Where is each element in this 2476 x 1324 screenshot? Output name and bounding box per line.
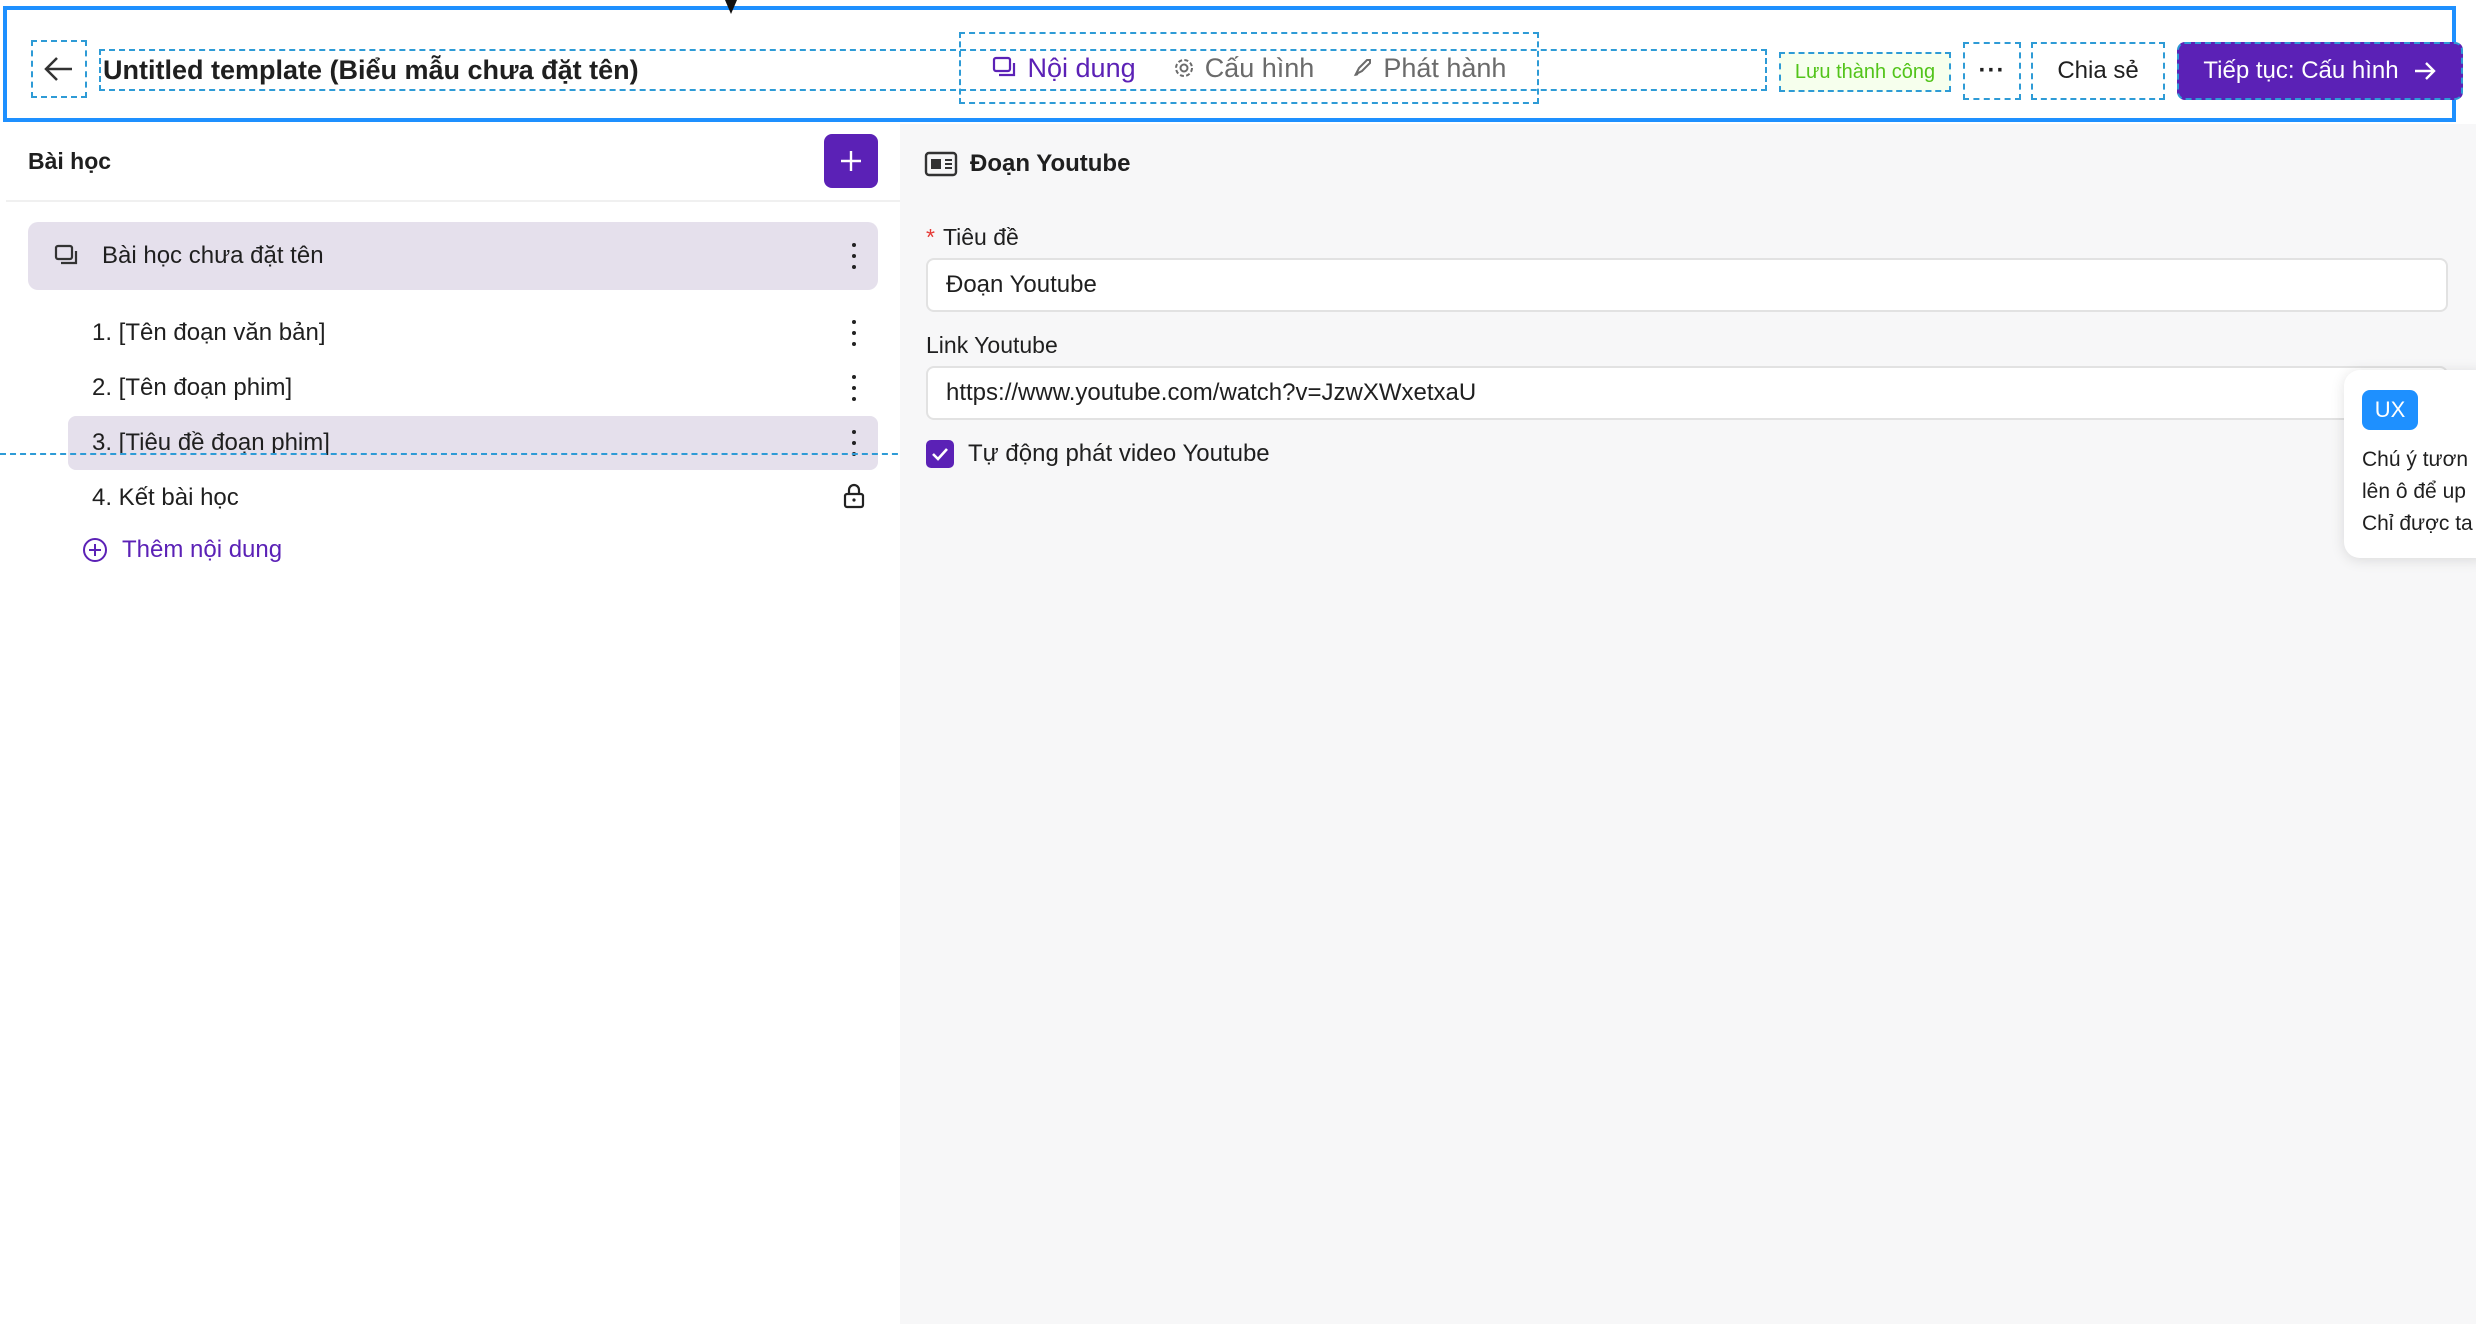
ux-badge: UX (2362, 390, 2418, 430)
list-item[interactable]: 4. Kết bài học (68, 471, 878, 525)
content-icon (992, 56, 1015, 77)
link-field-label: Link Youtube (926, 332, 1058, 358)
section-header: Đoạn Youtube (924, 150, 1130, 178)
save-status-badge: Lưu thành công (1779, 52, 1951, 92)
rocket-icon (1354, 59, 1372, 77)
lesson-item[interactable]: Bài học chưa đặt tên (28, 222, 878, 290)
tab-config[interactable]: Cấu hình (1173, 52, 1315, 84)
section-title: Đoạn Youtube (970, 150, 1131, 177)
list-item-label: 1. [Tên đoạn văn bản] (92, 319, 326, 346)
autoplay-checkbox[interactable] (926, 440, 954, 468)
add-lesson-button[interactable] (824, 134, 878, 188)
top-toolbar: Untitled template (Biểu mẫu chưa đặt tên… (3, 6, 2463, 122)
lesson-sidebar: Bài học Bài học chưa đặt tên 1. [Tên đoạ… (6, 124, 900, 1324)
list-item-selected[interactable]: 3. [Tiêu đề đoạn phim] (68, 416, 878, 470)
tab-content-label: Nội dung (1027, 52, 1136, 83)
list-item-label: 2. [Tên đoạn phim] (92, 374, 293, 401)
ux-hint-popup[interactable]: UX Chú ý tươn lên ô để up Chỉ được ta (2344, 370, 2476, 558)
arrow-left-icon (44, 57, 72, 81)
ux-hint-line: Chỉ được ta (2362, 512, 2473, 535)
item-menu-icon[interactable] (850, 375, 858, 401)
youtube-block-icon (924, 151, 958, 177)
drag-guide-line (0, 453, 938, 455)
more-button[interactable]: ··· (1963, 42, 2021, 100)
lesson-icon (54, 244, 78, 265)
item-menu-icon[interactable] (850, 320, 858, 346)
ux-hint-line: Chú ý tươn (2362, 448, 2469, 471)
list-item[interactable]: 2. [Tên đoạn phim] (68, 361, 878, 415)
gear-icon (1174, 59, 1193, 77)
ux-hint-text: Chú ý tươn lên ô để up Chỉ được ta (2362, 444, 2473, 540)
tab-publish[interactable]: Phát hành (1351, 53, 1506, 84)
lesson-menu-icon[interactable] (850, 243, 858, 269)
plus-icon (841, 151, 861, 171)
tab-content[interactable]: Nội dung (992, 53, 1136, 84)
list-item-label: 4. Kết bài học (92, 484, 239, 511)
required-marker: * (926, 224, 935, 250)
add-content-label: Thêm nội dung (122, 536, 283, 563)
tab-publish-label: Phát hành (1383, 52, 1507, 83)
mouse-cursor-icon (725, 0, 737, 14)
list-item[interactable]: 1. [Tên đoạn văn bản] (68, 306, 878, 360)
tab-config-label: Cấu hình (1204, 52, 1315, 83)
editor-panel: Đoạn Youtube * Tiêu đề Đoạn Youtube Link … (900, 124, 2476, 1324)
arrow-right-icon (2414, 62, 2436, 80)
autoplay-checkbox-row[interactable]: Tự động phát video Youtube (926, 440, 1270, 468)
lock-icon (843, 483, 865, 509)
title-input[interactable]: Đoạn Youtube (926, 258, 2448, 312)
ux-hint-line: lên ô để up (2362, 480, 2466, 503)
plus-circle-icon (83, 538, 107, 562)
share-button[interactable]: Chia sẻ (2031, 42, 2165, 100)
check-icon (932, 448, 948, 461)
page: Untitled template (Biểu mẫu chưa đặt tên… (0, 0, 2476, 1324)
title-field-label: * Tiêu đề (926, 224, 1019, 251)
tab-bar: Nội dung Cấu hình Phát hành (959, 32, 1539, 104)
youtube-link-input[interactable]: https://www.youtube.com/watch?v=JzwXWxet… (926, 366, 2448, 420)
lesson-label: Bài học chưa đặt tên (102, 242, 324, 269)
continue-button-label: Tiếp tục: Cấu hình (2203, 57, 2399, 84)
add-content-link[interactable]: Thêm nội dung (82, 536, 282, 564)
sidebar-title: Bài học (28, 148, 112, 174)
sidebar-header: Bài học (6, 124, 900, 202)
autoplay-label: Tự động phát video Youtube (968, 440, 1270, 467)
continue-button[interactable]: Tiếp tục: Cấu hình (2177, 42, 2463, 100)
title-label-text: Tiêu đề (942, 224, 1019, 250)
back-button[interactable] (31, 40, 87, 98)
